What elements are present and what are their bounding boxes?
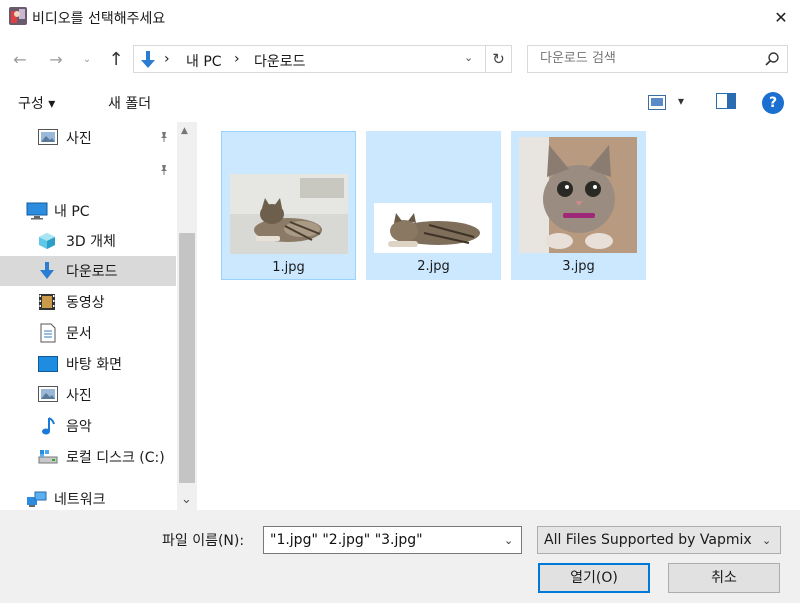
sidebar-item-music[interactable]: 음악	[0, 411, 176, 441]
sidebar-item-label: 바탕 화면	[66, 357, 122, 373]
desktop-icon	[38, 356, 58, 374]
sidebar-item-3d-objects[interactable]: 3D 개체	[0, 226, 176, 256]
forward-button[interactable]: →	[42, 46, 70, 72]
up-button[interactable]: ↑	[102, 46, 130, 72]
title-bar: 비디오를 선택해주세요 ✕	[0, 0, 800, 34]
sidebar-item-label: 네트워크	[54, 492, 106, 508]
network-icon	[26, 490, 47, 508]
chevron-down-icon[interactable]: ⌄	[464, 51, 473, 64]
sidebar-item-local-disk[interactable]: 로컬 디스크 (C:)	[0, 442, 176, 472]
file-item[interactable]: 3.jpg	[511, 131, 646, 280]
search-icon[interactable]	[764, 51, 780, 71]
sidebar-item-label: 동영상	[66, 295, 105, 311]
sidebar-item-label: 사진	[66, 388, 92, 404]
chevron-down-icon: ▾	[678, 94, 685, 108]
sidebar-item-desktop[interactable]: 바탕 화면	[0, 349, 176, 379]
pin-icon[interactable]	[158, 164, 170, 179]
music-icon	[40, 416, 60, 435]
address-bar[interactable]: › 내 PC › 다운로드 ⌄	[133, 45, 486, 73]
file-name: 3.jpg	[562, 259, 595, 274]
file-item[interactable]: 2.jpg	[366, 131, 501, 280]
search-box[interactable]	[527, 45, 788, 73]
view-icon	[648, 95, 666, 114]
image-thumbnail	[519, 137, 637, 257]
pc-icon	[26, 202, 48, 220]
sidebar-item-label: 사진	[66, 131, 92, 147]
close-button[interactable]: ✕	[762, 0, 800, 34]
pictures-icon	[38, 386, 58, 404]
scroll-up-icon[interactable]: ▲	[181, 126, 188, 136]
sidebar-item-my-pc[interactable]: 내 PC	[0, 196, 176, 226]
chevron-down-icon: ⌄	[82, 53, 92, 65]
change-view-button[interactable]: ▾	[646, 93, 694, 113]
arrow-right-icon: →	[49, 49, 63, 69]
dialog-footer: 파일 이름(N): ⌄ All Files Supported by Vapmi…	[0, 510, 800, 603]
refresh-icon: ↻	[492, 50, 505, 68]
scroll-down-icon[interactable]: ⌄	[181, 492, 192, 507]
3d-objects-icon	[38, 232, 58, 250]
sidebar-item-label: 3D 개체	[66, 234, 116, 250]
sidebar-item-label: 음악	[66, 419, 92, 435]
file-type-select[interactable]: All Files Supported by Vapmix ⌄	[537, 526, 781, 554]
chevron-down-icon[interactable]: ⌄	[504, 534, 513, 547]
sidebar-item-label: 다운로드	[66, 264, 118, 280]
preview-pane-button[interactable]	[716, 93, 738, 113]
drive-icon	[38, 449, 58, 467]
filename-input[interactable]	[270, 532, 490, 548]
new-folder-button[interactable]: 새 폴더	[108, 93, 151, 113]
documents-icon	[40, 323, 60, 343]
navigation-pane: 사진 내 PC 3D 개체 다운로드 동영상 문서 바탕 화면 사진 음악 로컬…	[0, 122, 200, 510]
window-title: 비디오를 선택해주세요	[32, 11, 166, 27]
breadcrumb-my-pc[interactable]: 내 PC	[186, 51, 222, 71]
arrow-up-icon: ↑	[108, 48, 124, 70]
sidebar-item-pictures-quick[interactable]: 사진	[0, 123, 176, 153]
toolbar: 구성 ▾ 새 폴더 ▾ ?	[0, 84, 800, 120]
breadcrumb-separator[interactable]: ›	[164, 51, 170, 67]
recent-locations-button[interactable]: ⌄	[80, 46, 94, 72]
sidebar-item-documents[interactable]: 문서	[0, 318, 176, 348]
pin-icon[interactable]	[158, 131, 170, 146]
filename-label: 파일 이름(N):	[162, 533, 245, 549]
chevron-down-icon: ⌄	[762, 534, 772, 547]
sidebar-scrollbar-thumb[interactable]	[179, 233, 195, 483]
sidebar-item-label: 내 PC	[54, 204, 90, 220]
organize-button[interactable]: 구성 ▾	[18, 93, 55, 113]
sidebar-item-label: 문서	[66, 326, 92, 342]
arrow-left-icon: ←	[13, 49, 27, 69]
file-name: 1.jpg	[272, 260, 305, 275]
file-name: 2.jpg	[417, 259, 450, 274]
breadcrumb-downloads[interactable]: 다운로드	[254, 51, 306, 71]
videos-icon	[38, 293, 58, 311]
back-button[interactable]: ←	[6, 46, 34, 72]
file-item[interactable]: 1.jpg	[221, 131, 356, 280]
cancel-button[interactable]: 취소	[668, 563, 780, 593]
sidebar-item-videos[interactable]: 동영상	[0, 287, 176, 317]
sidebar-item-label: 로컬 디스크 (C:)	[66, 450, 165, 466]
pictures-icon	[38, 129, 58, 147]
sidebar-item-pictures[interactable]: 사진	[0, 380, 176, 410]
filename-combobox[interactable]: ⌄	[263, 526, 522, 554]
downloads-icon	[38, 262, 58, 280]
image-thumbnail	[230, 174, 348, 258]
app-icon	[8, 6, 28, 26]
file-type-value: All Files Supported by Vapmix	[544, 532, 752, 548]
preview-pane-icon	[716, 93, 736, 113]
refresh-button[interactable]: ↻	[486, 45, 512, 73]
downloads-icon	[138, 50, 158, 70]
open-button[interactable]: 열기(O)	[538, 563, 650, 593]
image-thumbnail	[374, 203, 492, 257]
sidebar-item-downloads[interactable]: 다운로드	[0, 256, 176, 286]
breadcrumb-separator[interactable]: ›	[234, 51, 240, 67]
close-icon: ✕	[774, 7, 788, 27]
search-input[interactable]	[540, 51, 760, 66]
help-button[interactable]: ?	[762, 92, 784, 114]
